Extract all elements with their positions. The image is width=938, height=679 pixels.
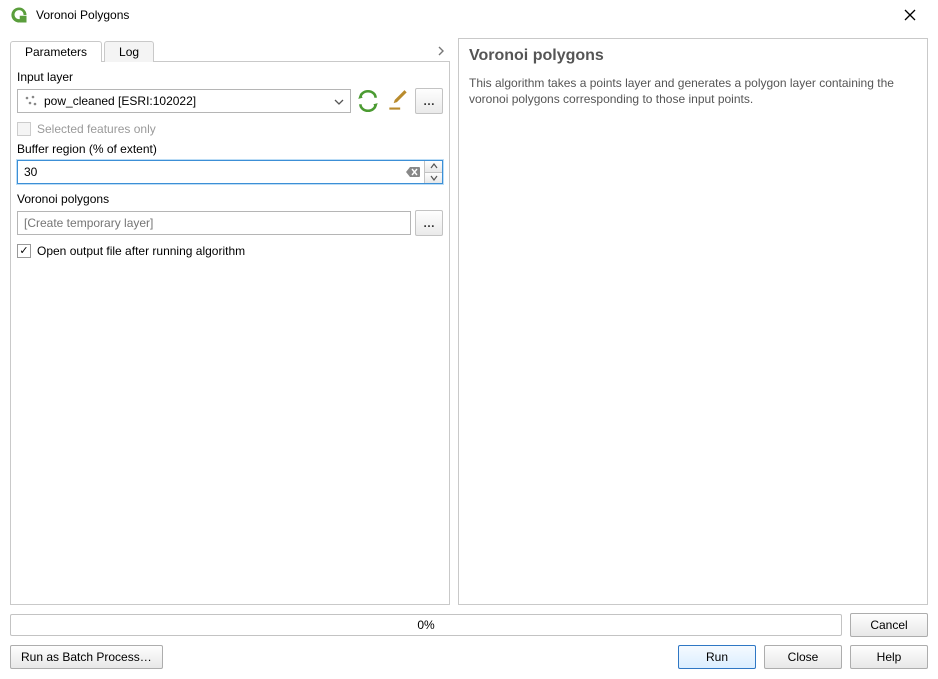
- titlebar: Voronoi Polygons: [0, 0, 938, 30]
- open-output-row: Open output file after running algorithm: [17, 244, 443, 258]
- output-label: Voronoi polygons: [17, 192, 443, 206]
- tab-parameters-label: Parameters: [25, 45, 87, 59]
- buttons-row: Run as Batch Process… Run Close Help: [10, 645, 928, 669]
- cancel-label: Cancel: [870, 618, 907, 632]
- browse-input-button[interactable]: …: [415, 88, 443, 114]
- input-layer-row: pow_cleaned [ESRI:102022] …: [17, 88, 443, 114]
- chevron-down-icon: [332, 94, 346, 108]
- qgis-app-icon: [10, 6, 28, 24]
- parameters-body: Input layer pow_cleaned [ESRI:102022]: [10, 62, 450, 605]
- input-layer-label: Input layer: [17, 70, 443, 84]
- input-layer-combo[interactable]: pow_cleaned [ESRI:102022]: [17, 89, 351, 113]
- ellipsis-icon: …: [423, 94, 435, 108]
- input-layer-value: pow_cleaned [ESRI:102022]: [44, 94, 332, 108]
- run-batch-button[interactable]: Run as Batch Process…: [10, 645, 163, 669]
- spin-down-button[interactable]: [425, 173, 442, 184]
- close-label: Close: [788, 650, 819, 664]
- collapse-help-icon[interactable]: [432, 42, 450, 60]
- open-output-checkbox[interactable]: [17, 244, 31, 258]
- window-title: Voronoi Polygons: [36, 8, 890, 22]
- window-close-button[interactable]: [890, 1, 930, 29]
- points-layer-icon: [24, 94, 38, 108]
- buffer-region-input-wrap: [17, 160, 443, 184]
- close-button[interactable]: Close: [764, 645, 842, 669]
- run-button[interactable]: Run: [678, 645, 756, 669]
- ellipsis-icon: …: [423, 216, 435, 230]
- help-button[interactable]: Help: [850, 645, 928, 669]
- open-output-label: Open output file after running algorithm: [37, 244, 245, 258]
- advanced-options-button[interactable]: [385, 88, 411, 114]
- cancel-button[interactable]: Cancel: [850, 613, 928, 637]
- spin-up-button[interactable]: [425, 161, 442, 173]
- tab-log-label: Log: [119, 45, 139, 59]
- selected-features-checkbox: [17, 122, 31, 136]
- progress-text: 0%: [417, 618, 434, 632]
- help-label: Help: [877, 650, 902, 664]
- spin-buttons: [424, 161, 442, 183]
- buffer-region-input[interactable]: [18, 161, 402, 183]
- footer: 0% Cancel Run as Batch Process… Run Clos…: [0, 609, 938, 679]
- output-path-input[interactable]: [17, 211, 411, 235]
- run-label: Run: [706, 650, 728, 664]
- progress-bar: 0%: [10, 614, 842, 636]
- tab-log[interactable]: Log: [104, 41, 154, 62]
- buffer-region-label: Buffer region (% of extent): [17, 142, 443, 156]
- tab-bar: Parameters Log: [10, 38, 450, 62]
- selected-features-row: Selected features only: [17, 122, 443, 136]
- output-row: …: [17, 210, 443, 236]
- help-panel: Voronoi polygons This algorithm takes a …: [458, 38, 928, 605]
- tab-parameters[interactable]: Parameters: [10, 41, 102, 62]
- help-text: This algorithm takes a points layer and …: [469, 75, 917, 107]
- progress-row: 0% Cancel: [10, 613, 928, 637]
- browse-output-button[interactable]: …: [415, 210, 443, 236]
- left-panel: Parameters Log Input layer pow_cleaned […: [10, 38, 450, 605]
- help-title: Voronoi polygons: [469, 47, 917, 65]
- clear-value-icon[interactable]: [402, 161, 424, 183]
- dialog-content: Parameters Log Input layer pow_cleaned […: [0, 30, 938, 609]
- iterate-button[interactable]: [355, 88, 381, 114]
- selected-features-label: Selected features only: [37, 122, 156, 136]
- run-batch-label: Run as Batch Process…: [21, 650, 152, 664]
